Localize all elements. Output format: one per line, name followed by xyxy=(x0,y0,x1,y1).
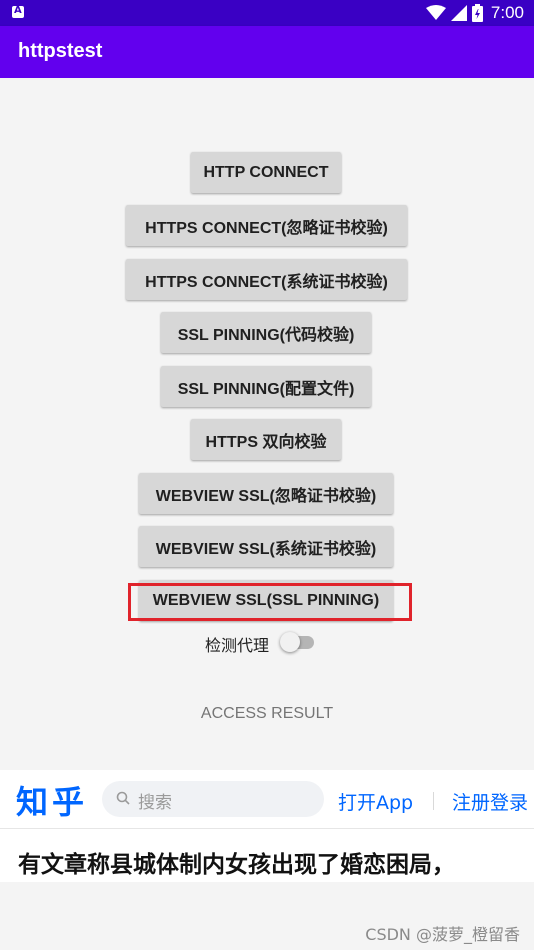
http-connect-button[interactable]: HTTP CONNECT xyxy=(191,152,341,193)
status-bar: 7:00 xyxy=(0,0,534,26)
open-app-link[interactable]: 打开App xyxy=(338,788,413,815)
https-connect-system-cert-button[interactable]: HTTPS CONNECT(系统证书校验) xyxy=(126,259,407,300)
app-title: httpstest xyxy=(18,40,103,62)
access-result-text: ACCESS RESULT xyxy=(200,705,334,722)
zhihu-logo[interactable]: 知乎 xyxy=(16,777,88,823)
signal-icon xyxy=(450,5,467,21)
divider xyxy=(0,828,534,829)
status-time: 7:00 xyxy=(490,3,524,22)
status-icons: 7:00 xyxy=(425,3,524,23)
proxy-detect-switch[interactable] xyxy=(280,632,316,652)
watermark: CSDN @菠萝_橙留香 xyxy=(365,925,520,944)
register-login-link[interactable]: 注册登录 xyxy=(452,788,528,815)
search-icon xyxy=(116,791,130,805)
search-placeholder[interactable]: 搜索 xyxy=(138,788,172,813)
app-notification-icon xyxy=(12,5,24,18)
zhihu-search-input[interactable] xyxy=(102,781,324,817)
https-connect-ignore-cert-button[interactable]: HTTPS CONNECT(忽略证书校验) xyxy=(126,205,407,246)
highlight-box xyxy=(128,583,412,621)
divider xyxy=(433,792,434,810)
webview-ssl-ignore-cert-button[interactable]: WEBVIEW SSL(忽略证书校验) xyxy=(139,473,393,514)
proxy-detect-label: 检测代理 xyxy=(205,636,270,655)
webview-ssl-system-cert-button[interactable]: WEBVIEW SSL(系统证书校验) xyxy=(139,526,393,567)
switch-thumb[interactable] xyxy=(280,632,300,652)
ssl-pinning-code-button[interactable]: SSL PINNING(代码校验) xyxy=(161,312,371,353)
app-bar: httpstest xyxy=(0,26,534,78)
https-mutual-auth-button[interactable]: HTTPS 双向校验 xyxy=(191,419,341,460)
article-headline[interactable]: 有文章称县城体制内女孩出现了婚恋困局， xyxy=(18,845,455,879)
wifi-icon xyxy=(425,5,446,20)
ssl-pinning-config-button[interactable]: SSL PINNING(配置文件) xyxy=(161,366,371,407)
battery-icon xyxy=(471,4,483,22)
